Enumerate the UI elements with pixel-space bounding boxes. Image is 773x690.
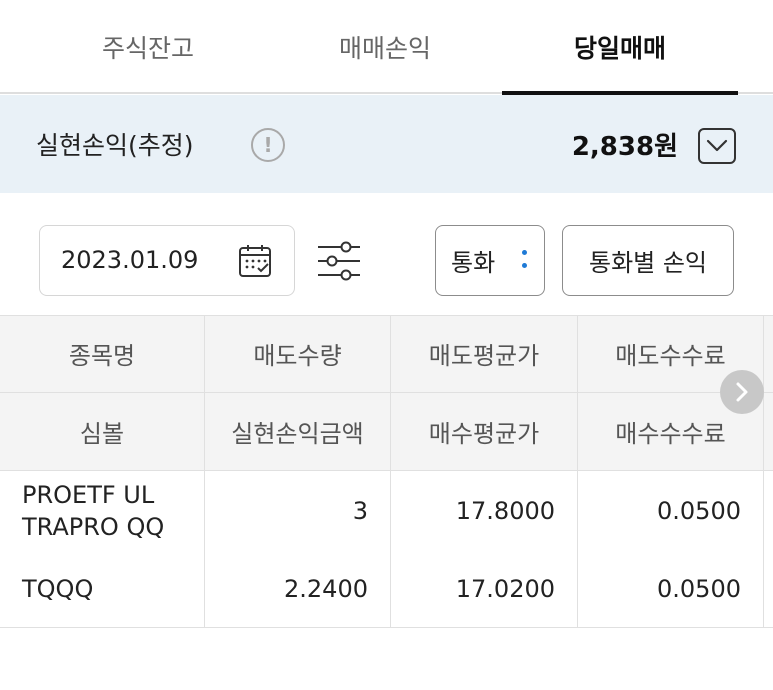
sliders-icon[interactable]: [316, 241, 362, 281]
stock-name: PROETF UL TRAPRO QQ: [22, 480, 165, 541]
calendar-icon[interactable]: [238, 243, 274, 279]
sell-qty: 3: [352, 497, 368, 525]
date-picker-field[interactable]: 2023.01.09: [39, 225, 295, 296]
pl-by-currency-button[interactable]: 통화별 손익: [562, 225, 734, 296]
buy-avg-price: 17.0200: [455, 575, 555, 603]
currency-select-label: 통화: [451, 249, 496, 277]
sell-avg-price: 17.8000: [455, 497, 555, 525]
sell-fee: 0.0500: [657, 497, 741, 525]
date-value: 2023.01.09: [61, 246, 199, 274]
expand-button[interactable]: [698, 128, 736, 164]
realized-pl-label: 실현손익(추정): [36, 131, 194, 160]
symbol: TQQQ: [22, 574, 94, 603]
chevron-right-icon: [736, 382, 748, 402]
tab-stock-balance[interactable]: 주식잔고: [48, 0, 248, 94]
header-stock-name: 종목명: [68, 342, 136, 370]
buy-fee: 0.0500: [657, 575, 741, 603]
realized-pl-amount: 2.2400: [284, 575, 368, 603]
realized-pl-amount: 2,838원: [571, 131, 678, 162]
tab-bar: 주식잔고 매매손익 당일매매: [0, 0, 773, 96]
currency-select[interactable]: 통화: [435, 225, 545, 296]
table-row[interactable]: PROETF UL TRAPRO QQ 3 17.8000 0.0500: [0, 471, 773, 551]
table-header-row: 심볼 실현손익금액 매수평균가 매수수수료: [0, 393, 773, 470]
scroll-right-button[interactable]: [720, 370, 764, 414]
info-circle-icon[interactable]: !: [251, 128, 285, 162]
header-symbol: 심볼: [79, 420, 125, 448]
header-realized-pl-amount: 실현손익금액: [231, 420, 364, 448]
chevron-down-icon: [706, 139, 728, 152]
table-header-row: 종목명 매도수량 매도평균가 매도수수료: [0, 315, 773, 392]
more-dots-icon: [521, 250, 529, 272]
header-sell-avg-price: 매도평균가: [428, 342, 540, 370]
header-buy-avg-price: 매수평균가: [428, 420, 540, 448]
table-row[interactable]: TQQQ 2.2400 17.0200 0.0500: [0, 551, 773, 627]
tab-trade-pl[interactable]: 매매손익: [285, 0, 485, 94]
header-sell-qty: 매도수량: [253, 342, 342, 370]
tab-today-trades[interactable]: 당일매매: [502, 0, 738, 96]
